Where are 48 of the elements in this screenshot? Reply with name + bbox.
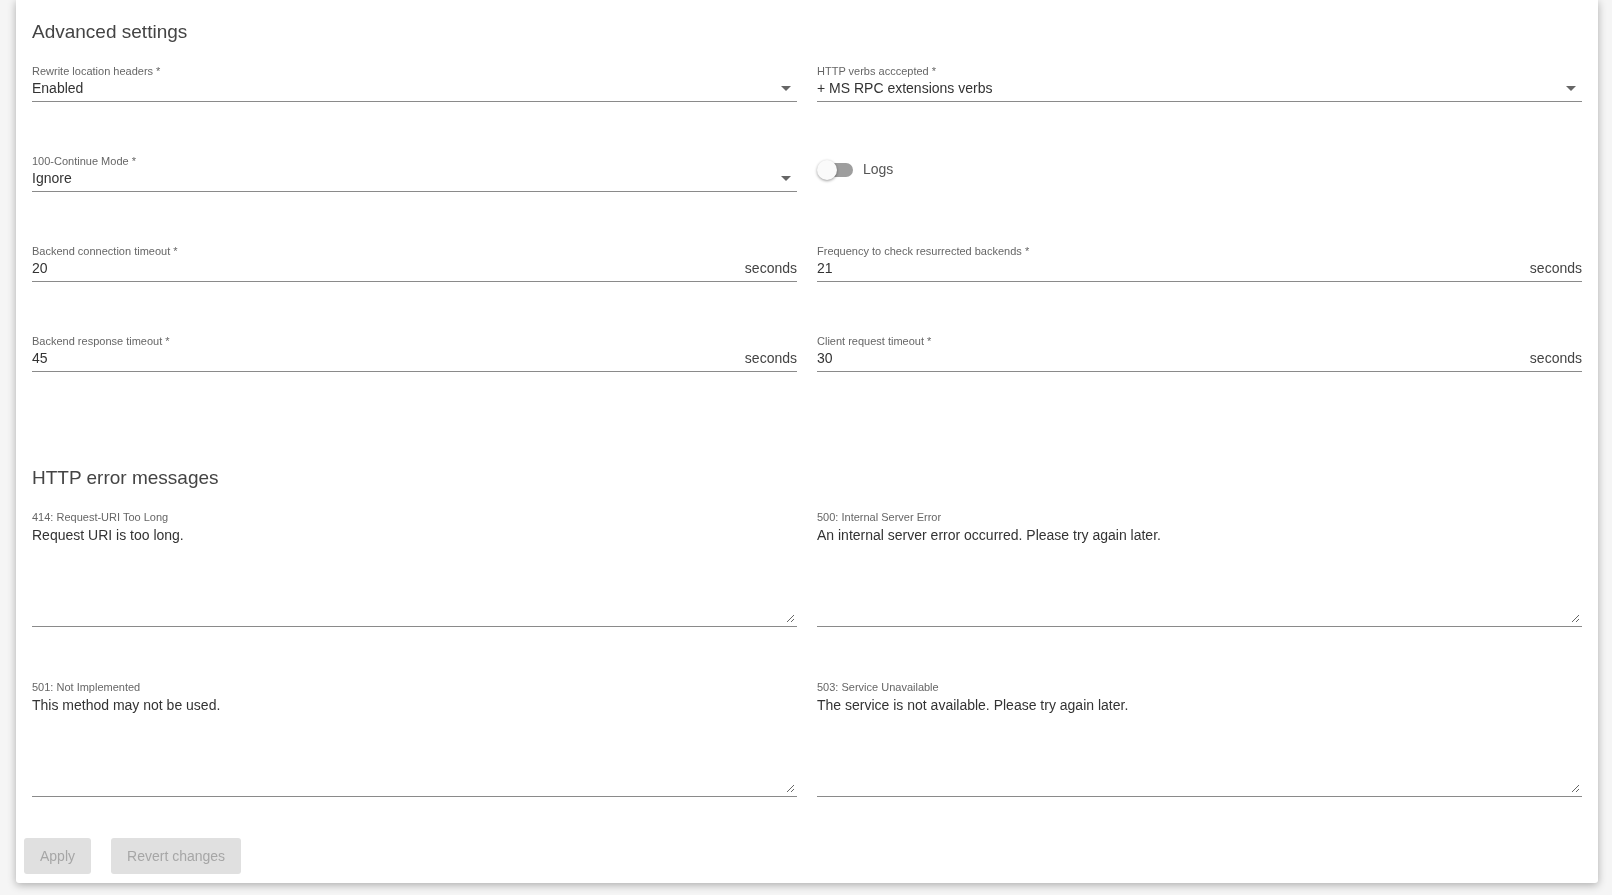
number-field[interactable]: Frequency to check resurrected backends * 21 seconds <box>817 244 1582 282</box>
dropdown-caret-icon <box>781 175 791 181</box>
select-field[interactable]: 100-Continue Mode * Ignore <box>32 154 797 192</box>
section-title: HTTP error messages <box>32 466 220 490</box>
select-field[interactable]: HTTP verbs acccepted * + MS RPC extensions verbs <box>817 64 1582 102</box>
select-value: + MS RPC extensions verbs <box>817 79 993 98</box>
select-value: Ignore <box>32 169 72 188</box>
resize-handle-icon <box>786 784 795 793</box>
field-label: Backend connection timeout * <box>32 244 178 258</box>
number-field[interactable]: Backend response timeout * 45 seconds <box>32 334 797 372</box>
unit-suffix: seconds <box>744 259 797 278</box>
unit-suffix: seconds <box>1529 349 1582 368</box>
dropdown-caret-icon <box>781 85 791 91</box>
resize-handle-icon <box>1571 784 1580 793</box>
select-field[interactable]: Rewrite location headers * Enabled <box>32 64 797 102</box>
message-textarea[interactable]: 503: Service Unavailable The service is not available. Please try again later. <box>817 680 1582 797</box>
number-field[interactable]: Client request timeout * 30 seconds <box>817 334 1582 372</box>
field-value: 30 <box>817 349 833 368</box>
dropdown-caret-icon <box>1566 85 1576 91</box>
field-value: 20 <box>32 259 48 278</box>
field-label: 500: Internal Server Error <box>817 510 942 524</box>
select-value: Enabled <box>32 79 84 98</box>
section-title: Advanced settings <box>32 20 189 44</box>
message-textarea[interactable]: 501: Not Implemented This method may not be used. <box>32 680 797 797</box>
unit-suffix: seconds <box>744 349 797 368</box>
number-field[interactable]: Backend connection timeout * 20 seconds <box>32 244 797 282</box>
field-label: 501: Not Implemented <box>32 680 141 694</box>
field-label: Client request timeout * <box>817 334 932 348</box>
message-textarea[interactable]: 414: Request-URI Too Long Request URI is too long. <box>32 510 797 627</box>
toggle-label: Logs <box>863 160 894 179</box>
textarea-value: This method may not be used. <box>32 696 221 715</box>
field-label: Backend response timeout * <box>32 334 170 348</box>
field-label: HTTP verbs acccepted * <box>817 64 936 78</box>
logs-toggle[interactable] <box>817 159 853 180</box>
textarea-value: The service is not available. Please try again later. <box>817 696 1129 715</box>
field-value: 21 <box>817 259 833 278</box>
field-label: Rewrite location headers * <box>32 64 161 78</box>
unit-suffix: seconds <box>1529 259 1582 278</box>
field-label: 414: Request-URI Too Long <box>32 510 169 524</box>
message-textarea[interactable]: 500: Internal Server Error An internal server error occurred. Please try again later. <box>817 510 1582 627</box>
field-label: 100-Continue Mode * <box>32 154 136 168</box>
resize-handle-icon <box>786 614 795 623</box>
textarea-value: Request URI is too long. <box>32 526 184 545</box>
field-label: Frequency to check resurrected backends * <box>817 244 1030 258</box>
textarea-value: An internal server error occurred. Please try again later. <box>817 526 1161 545</box>
resize-handle-icon <box>1571 614 1580 623</box>
field-label: 503: Service Unavailable <box>817 680 939 694</box>
field-value: 45 <box>32 349 48 368</box>
